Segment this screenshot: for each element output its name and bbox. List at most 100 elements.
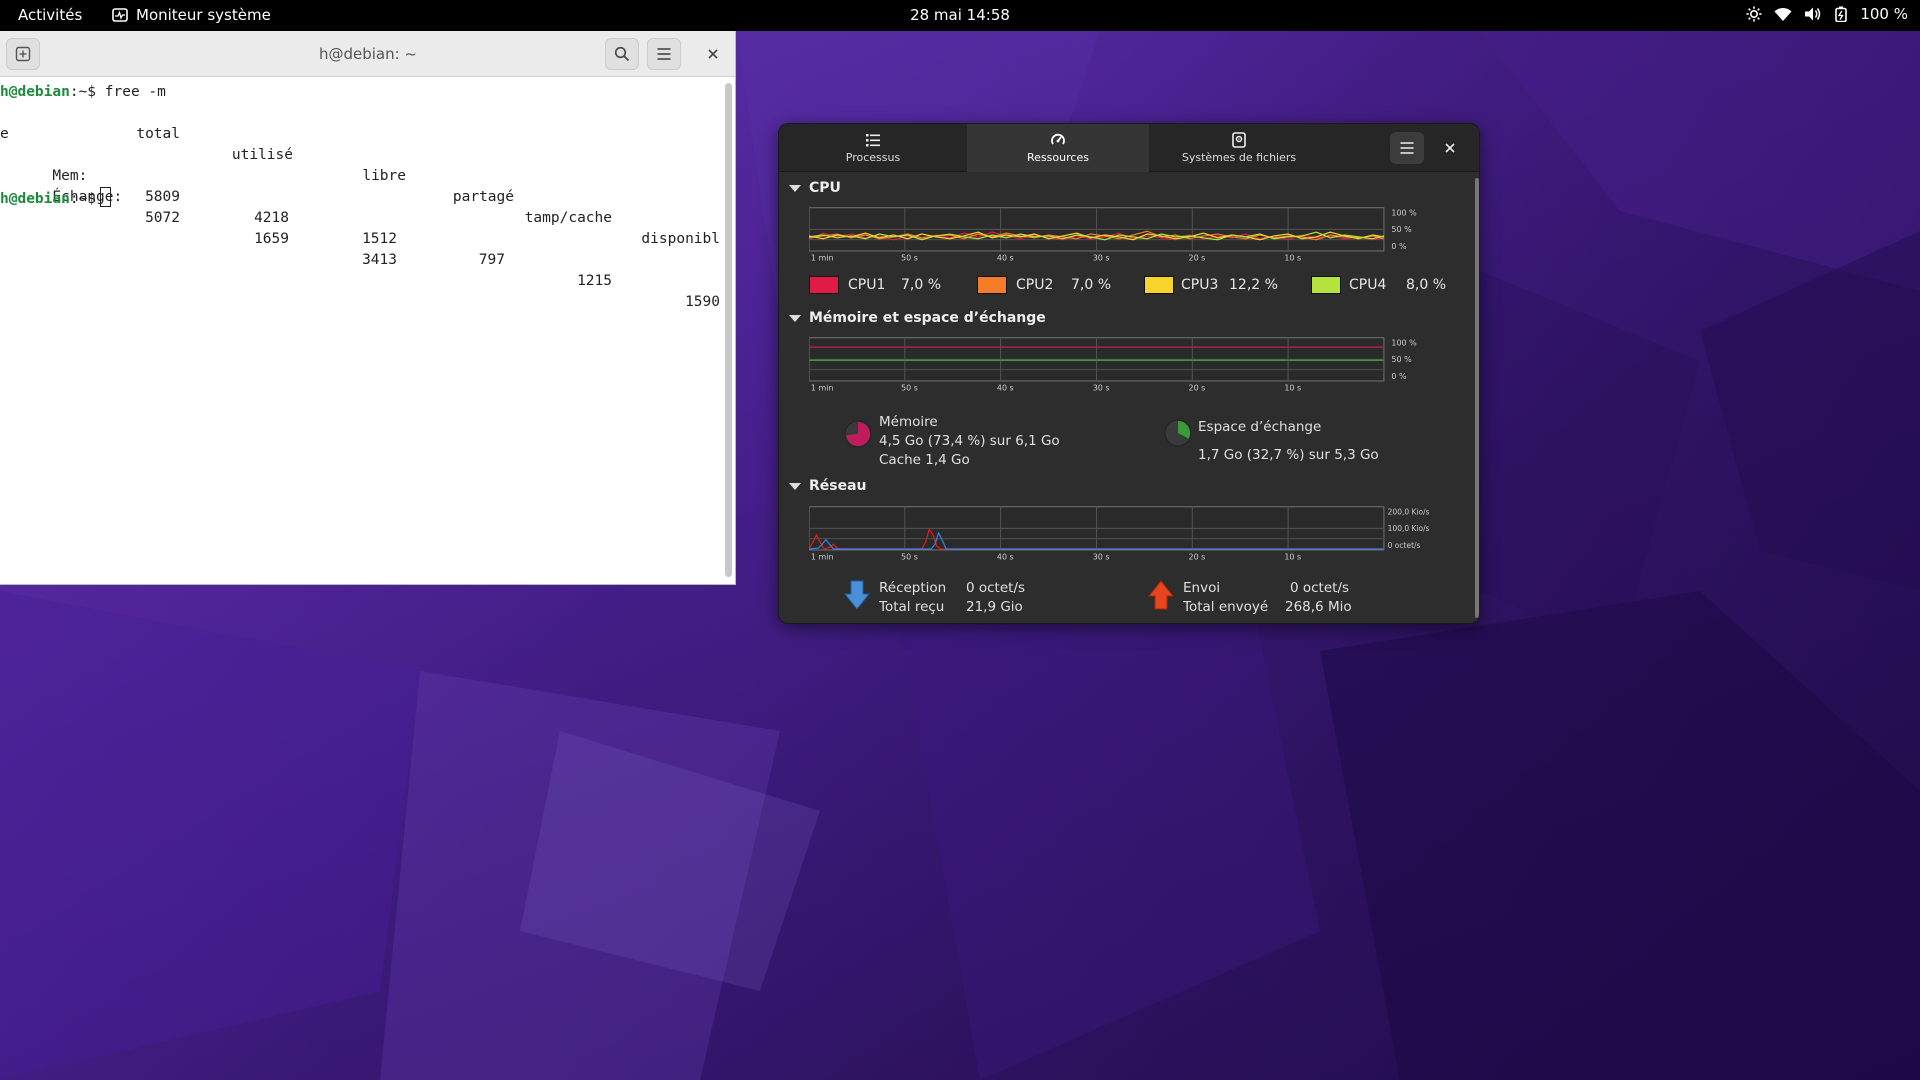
hamburger-icon [657, 48, 671, 60]
activities-button[interactable]: Activités [18, 6, 82, 24]
send-rate: 0 octet/s [1290, 580, 1350, 596]
hamburger-icon [1400, 142, 1414, 154]
cpu-axis-50: 50 % [1391, 225, 1412, 234]
memory-pie-button[interactable] [843, 419, 873, 449]
swap-total: 5072 [145, 210, 180, 226]
prompt-path: :~$ [69, 84, 97, 100]
tab-label: Processus [845, 151, 901, 164]
cpu4-color-button[interactable] [1311, 276, 1341, 294]
resources-scrollbar[interactable] [1475, 178, 1479, 618]
list-icon [866, 134, 880, 147]
mem-axis-100: 100 % [1391, 338, 1417, 347]
menu-button[interactable] [647, 38, 681, 70]
memory-section-toggle[interactable]: Mémoire et espace d’échange [789, 310, 1046, 326]
cpu2-name: CPU2 [1016, 277, 1054, 293]
network-section-toggle[interactable]: Réseau [789, 478, 867, 494]
mem-axis-50: 50 % [1391, 355, 1412, 364]
time-label: 40 s [997, 253, 1014, 262]
sysmon-menu-button[interactable] [1390, 132, 1424, 164]
search-icon [614, 46, 630, 62]
search-button[interactable] [605, 38, 639, 70]
new-tab-button[interactable] [6, 38, 40, 70]
send-arrow-icon[interactable] [1148, 580, 1174, 610]
memory-legend: Mémoire 4,5 Go (73,4 %) sur 6,1 Go Cache… [879, 413, 1060, 470]
cpu2-color-button[interactable] [977, 276, 1007, 294]
output-row-swap: Échange: 5072 1659 3413 [0, 166, 726, 268]
expander-icon [789, 184, 801, 192]
tab-processes[interactable]: Processus [779, 124, 967, 172]
system-monitor-icon [112, 8, 128, 22]
tab-resources[interactable]: Ressources [967, 124, 1149, 172]
mem-free: 1512 [362, 231, 397, 247]
swap-pie-button[interactable] [1163, 418, 1193, 448]
cpu3-name: CPU3 [1181, 277, 1219, 293]
network-heading: Réseau [809, 478, 867, 494]
close-button[interactable] [696, 38, 730, 70]
time-label: 30 s [1093, 383, 1110, 392]
resources-view: CPU 100 % 50 % 0 % 1 min 50 s 40 s 30 s … [779, 172, 1479, 623]
time-label: 20 s [1189, 253, 1206, 262]
volume-icon [1805, 7, 1821, 21]
receive-rate: 0 octet/s [966, 580, 1026, 596]
time-label: 1 min [811, 383, 834, 392]
cpu3-value: 12,2 % [1229, 277, 1278, 293]
mem-buffcache: 1215 [577, 273, 612, 289]
cpu1-name: CPU1 [848, 277, 886, 293]
close-icon [1445, 143, 1455, 153]
receive-arrow-icon[interactable] [844, 580, 870, 610]
receive-labels: Réception Total reçu [879, 579, 946, 617]
gauge-icon [1051, 133, 1065, 145]
memory-title: Mémoire [879, 414, 938, 430]
swap-usage: 1,7 Go (32,7 %) sur 5,3 Go [1198, 447, 1379, 463]
time-label: 20 s [1189, 552, 1206, 561]
memory-cache: Cache 1,4 Go [879, 452, 970, 468]
sysmon-close-button[interactable] [1433, 132, 1467, 164]
time-label: 50 s [901, 253, 918, 262]
output-row-mem: Mem: 5809 4218 1512 797 1215 1590 [0, 145, 726, 310]
close-icon [708, 49, 718, 59]
net-axis-200: 200,0 Kio/s [1388, 507, 1429, 516]
time-label: 30 s [1093, 552, 1110, 561]
cpu2-value: 7,0 % [1071, 277, 1112, 293]
mem-shared: 797 [478, 252, 505, 268]
wrapped-char: e [0, 126, 9, 142]
receive-label: Réception [879, 580, 947, 596]
memory-graph: 100 % 50 % 0 % 1 min 50 s 40 s 30 s 20 s… [809, 337, 1417, 392]
time-label: 20 s [1189, 383, 1206, 392]
time-label: 10 s [1284, 253, 1301, 262]
text-cursor [100, 187, 112, 207]
time-label: 40 s [997, 552, 1014, 561]
mem-axis-0: 0 % [1391, 372, 1407, 381]
expander-icon [789, 314, 801, 322]
expander-icon [789, 482, 801, 490]
tab-filesystems[interactable]: Systèmes de fichiers [1149, 124, 1329, 172]
memory-heading: Mémoire et espace d’échange [809, 310, 1046, 326]
receive-total-label: Total reçu [879, 599, 945, 615]
cpu-section-toggle[interactable]: CPU [789, 180, 841, 196]
send-labels: Envoi Total envoyé [1183, 579, 1268, 617]
swap-free: 3413 [362, 252, 397, 268]
terminal-window[interactable]: h@debian: ~ h@debian:~$ free -m total ut… [0, 31, 736, 585]
time-label: 50 s [901, 552, 918, 561]
terminal-scrollbar[interactable] [725, 83, 732, 577]
app-menu-label: Moniteur système [136, 6, 271, 24]
swap-used: 1659 [254, 231, 289, 247]
new-tab-icon [15, 46, 31, 62]
cpu1-color-button[interactable] [809, 276, 839, 294]
mem-used: 4218 [254, 210, 289, 226]
receive-values: 0 octet/s 21,9 Gio [966, 579, 1025, 617]
prompt-user: h@debian [0, 191, 70, 207]
battery-level: 100 % [1860, 5, 1908, 23]
clock[interactable]: 28 mai 14:58 [910, 6, 1010, 24]
tab-label: Systèmes de fichiers [1181, 151, 1297, 164]
time-label: 1 min [811, 253, 834, 262]
system-tray[interactable]: 100 % [1746, 5, 1908, 23]
system-monitor-window[interactable]: Processus Ressources Systèmes de fichier… [778, 123, 1480, 624]
app-menu-button[interactable]: Moniteur système [112, 6, 271, 24]
cpu1-value: 7,0 % [901, 277, 942, 293]
prompt-path: :~$ [69, 191, 97, 207]
terminal-output[interactable]: h@debian:~$ free -m total utilisé libre … [0, 78, 726, 584]
cpu3-color-button[interactable] [1144, 276, 1174, 294]
command-line: h@debian:~$ free -m [0, 82, 726, 103]
swap-title: Espace d’échange [1198, 419, 1322, 435]
